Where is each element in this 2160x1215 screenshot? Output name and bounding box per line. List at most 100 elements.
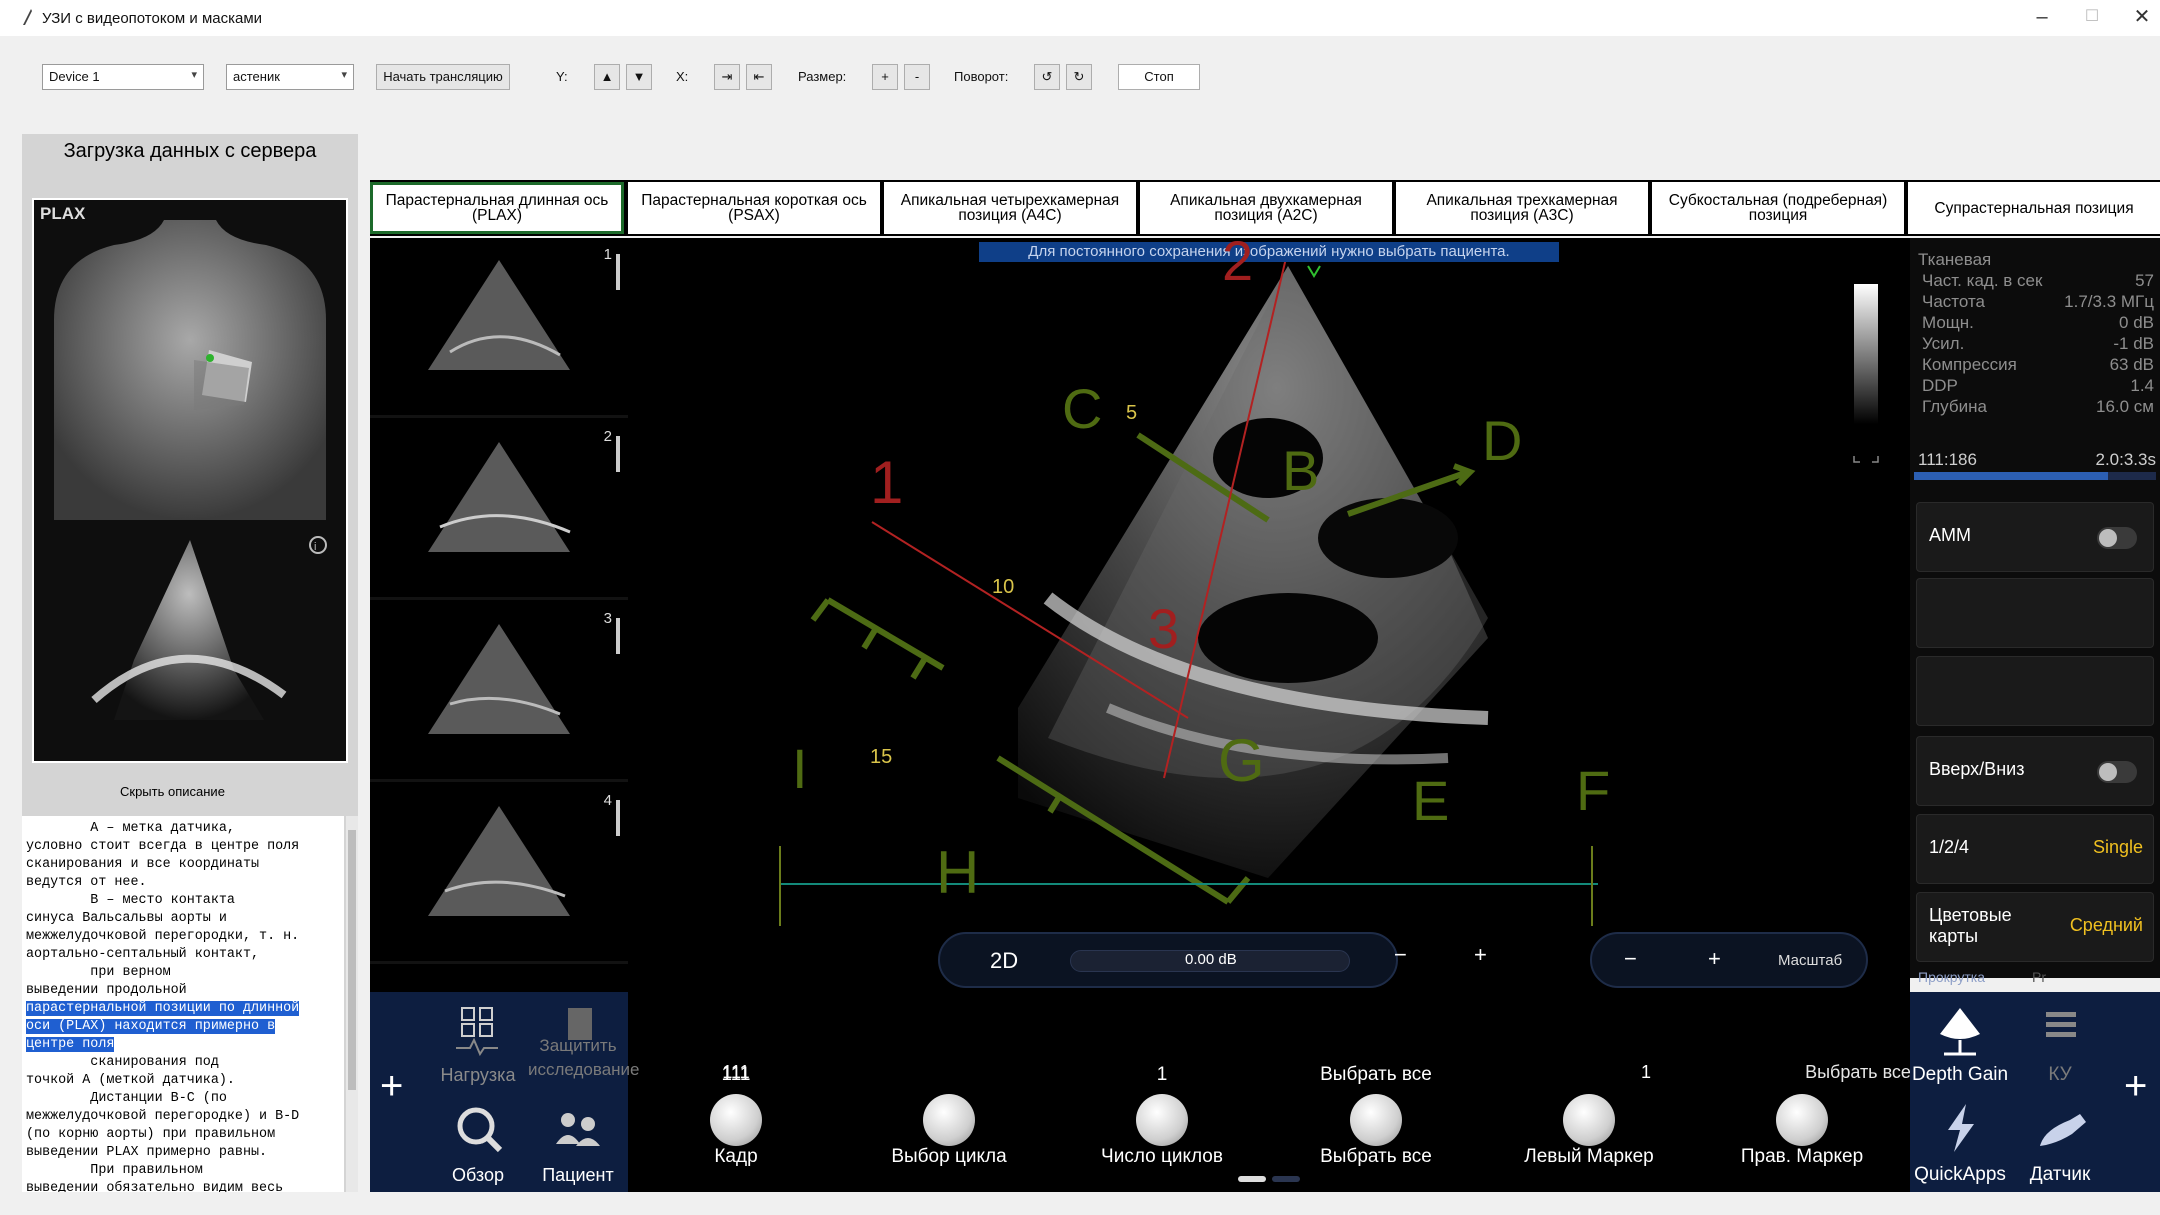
amm-toggle[interactable]	[2097, 527, 2137, 549]
start-stream-button[interactable]: Начать трансляцию	[376, 64, 510, 90]
probe-label: Датчик	[2029, 1164, 2091, 1185]
tab-plax[interactable]: Парастернальная длинная ось (PLAX)	[370, 182, 624, 234]
knob[interactable]	[1136, 1094, 1188, 1146]
depth-gain-label: Depth Gain	[1911, 1064, 2009, 1085]
select-all-top-value: Выбрать все	[1320, 1064, 1432, 1085]
param-value: 1.7/3.3 МГц	[2064, 292, 2154, 311]
marker-b: B	[1282, 439, 1320, 502]
param-row: Мощн. 0 dB	[1922, 313, 2154, 333]
tab-a3c[interactable]: Апикальная трехкамерная позиция (А3С)	[1396, 182, 1648, 234]
tab-a4c[interactable]: Апикальная четырехкамерная позиция (А4С)	[884, 182, 1136, 234]
load-icon	[456, 1007, 498, 1057]
gain-minus-button[interactable]: −	[1394, 942, 1407, 968]
hide-description-button[interactable]: Скрыть описание	[120, 784, 225, 799]
patient-warning-banner: Для постоянного сохранения изображений н…	[979, 242, 1559, 262]
mode-2d-button[interactable]: 2D	[990, 948, 1018, 974]
view-tabs: Парастернальная длинная ось (PLAX) Парас…	[370, 180, 2160, 236]
depth-gain-button[interactable]: Depth Gain	[1910, 992, 2010, 1092]
depth-mark-5: 5	[1126, 402, 1138, 424]
review-button[interactable]: Обзор	[428, 1092, 528, 1192]
review-label: Обзор	[452, 1165, 504, 1185]
knob[interactable]	[1350, 1094, 1402, 1146]
ku-button[interactable]: КУ	[2010, 992, 2110, 1092]
patient-button[interactable]: Пациент	[528, 1092, 628, 1192]
page-dot[interactable]	[1272, 1176, 1300, 1182]
ultrasound-viewer[interactable]: Для постоянного сохранения изображений н…	[628, 238, 1910, 992]
probe-button[interactable]: Датчик	[2010, 1092, 2110, 1192]
patient-icon	[556, 1113, 600, 1146]
maximize-button[interactable]: ☐	[2072, 2, 2112, 32]
description-scrollbar[interactable]	[346, 816, 358, 1215]
thumbnail-number: 4	[603, 792, 612, 809]
cycle-select-label: Выбор цикла	[891, 1146, 1007, 1167]
quickapps-button[interactable]: QuickApps	[1910, 1092, 2010, 1192]
stop-button[interactable]: Стоп	[1118, 64, 1200, 90]
updown-toggle[interactable]	[2097, 761, 2137, 783]
add-left-button[interactable]: +	[380, 1064, 403, 1109]
knob[interactable]	[923, 1094, 975, 1146]
close-button[interactable]: ✕	[2122, 2, 2160, 32]
thumbnail-2[interactable]: 2	[370, 422, 628, 600]
color-maps-panel[interactable]: Цветовые карты Средний	[1916, 892, 2154, 962]
magnifier-icon	[457, 1107, 503, 1153]
marker-d: D	[1482, 409, 1523, 472]
device-select[interactable]: Device 1 ▾	[42, 64, 204, 90]
size-plus-button[interactable]: +	[872, 64, 898, 90]
knob[interactable]	[1563, 1094, 1615, 1146]
marker-c: C	[1062, 377, 1103, 440]
knob[interactable]	[1776, 1094, 1828, 1146]
thumbnail-image	[428, 618, 620, 734]
ku-label: КУ	[2048, 1064, 2072, 1085]
x-right-button[interactable]: ⇤	[746, 64, 772, 90]
layout-label: 1/2/4	[1929, 837, 1970, 857]
quickapps-label: QuickApps	[1914, 1164, 2006, 1185]
param-value: 0 dB	[2119, 313, 2154, 332]
marker-g: G	[1218, 727, 1265, 794]
param-label: Глубина	[1922, 397, 1987, 416]
zoom-minus-button[interactable]: −	[1624, 946, 1637, 972]
page-dot-active[interactable]	[1238, 1176, 1266, 1182]
knob[interactable]	[710, 1094, 762, 1146]
cine-frames: 111:186	[1918, 450, 1977, 469]
depth-gain-icon	[1940, 1008, 1980, 1056]
thumbnail-4[interactable]: 4	[370, 786, 628, 964]
minimize-button[interactable]: –	[2022, 2, 2062, 32]
cine-progress[interactable]	[1914, 472, 2156, 480]
param-label: Мощн.	[1922, 313, 1974, 332]
size-minus-button[interactable]: -	[904, 64, 930, 90]
left-marker-label: Левый Маркер	[1524, 1146, 1654, 1167]
rotate-cw-button[interactable]: ↻	[1066, 64, 1092, 90]
depth-mark-10: 10	[992, 576, 1015, 598]
patient-label: Пациент	[542, 1165, 614, 1185]
x-left-button[interactable]: ⇥	[714, 64, 740, 90]
gain-value: 0.00 dB	[1185, 951, 1237, 968]
tab-a2c[interactable]: Апикальная двухкамерная позиция (А2С)	[1140, 182, 1392, 234]
rotate-ccw-button[interactable]: ↺	[1034, 64, 1060, 90]
tab-subcostal[interactable]: Субкостальная (подреберная) позиция	[1652, 182, 1904, 234]
thumbnail-3[interactable]: 3	[370, 604, 628, 782]
y-up-button[interactable]: ▲	[594, 64, 620, 90]
body-type-select-value: астеник	[233, 69, 280, 84]
select-all-label: Выбрать все	[1320, 1146, 1432, 1167]
y-down-button[interactable]: ▼	[626, 64, 652, 90]
thumbnail-1[interactable]: 1	[370, 240, 628, 418]
tab-scroll[interactable]: Прокрутка	[1918, 969, 1985, 985]
info-panel: Тканевая Част. кад. в сек 57 Частота 1.7/3…	[1910, 238, 2160, 985]
tab-suprasternal[interactable]: Супрастернальная позиция	[1908, 182, 2160, 234]
layout-panel[interactable]: 1/2/4 Single	[1916, 814, 2154, 884]
gain-plus-button[interactable]: +	[1474, 942, 1487, 968]
app-icon	[20, 8, 34, 26]
tab-pr[interactable]: Pr	[2032, 969, 2046, 985]
rotate-label: Поворот:	[954, 69, 1009, 84]
load-button[interactable]: Нагрузка	[428, 992, 528, 1092]
param-row: Усил. -1 dB	[1922, 334, 2154, 354]
marker-f: F	[1576, 759, 1611, 822]
scrollbar-thumb[interactable]	[348, 830, 356, 1090]
zoom-plus-button[interactable]: +	[1708, 946, 1721, 972]
cycles-top-value: 1	[1156, 1064, 1168, 1085]
tab-psax[interactable]: Парастернальная короткая ось (PSAX)	[628, 182, 880, 234]
protect-study-button[interactable]: Защитить исследование	[528, 992, 640, 1092]
param-label: Частота	[1922, 292, 1986, 311]
body-type-select[interactable]: астеник ▾	[226, 64, 354, 90]
add-right-button[interactable]: +	[2124, 1064, 2147, 1109]
